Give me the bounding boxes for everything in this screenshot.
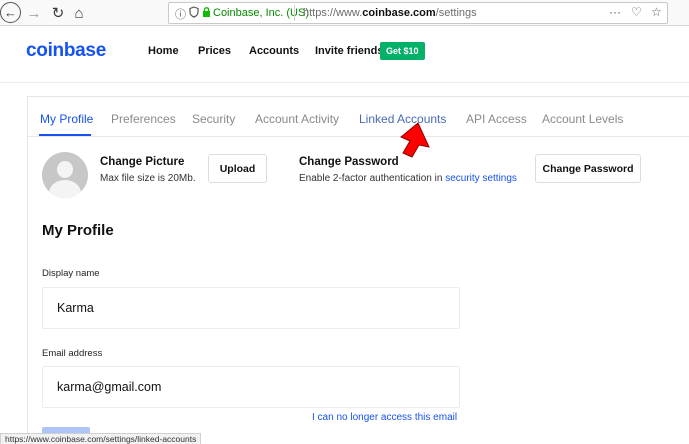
password-hint-text: Enable 2-factor authentication in: [299, 173, 443, 184]
display-name-field[interactable]: Karma: [42, 287, 460, 329]
coinbase-logo[interactable]: coinbase: [26, 40, 106, 62]
url-domain: coinbase.com: [362, 7, 436, 19]
reload-button[interactable]: ↻: [48, 3, 68, 23]
home-icon: ⌂: [74, 4, 84, 22]
back-arrow-icon: ←: [4, 5, 17, 20]
url-path: /settings: [435, 7, 477, 19]
home-button[interactable]: ⌂: [69, 3, 89, 23]
status-bar-url: https://www.coinbase.com/settings/linked…: [0, 433, 202, 444]
tab-security[interactable]: Security: [192, 112, 235, 126]
header-divider: [0, 82, 689, 83]
change-picture-title: Change Picture: [100, 156, 185, 168]
email-help-link[interactable]: I can no longer access this email: [312, 412, 457, 423]
email-label: Email address: [42, 348, 103, 359]
tab-api-access[interactable]: API Access: [466, 112, 527, 126]
section-title: My Profile: [42, 222, 114, 239]
tab-preferences[interactable]: Preferences: [111, 112, 176, 126]
forward-button[interactable]: →: [24, 3, 44, 23]
password-hint: Enable 2-factor authentication in securi…: [299, 173, 517, 184]
tab-my-profile[interactable]: My Profile: [40, 112, 93, 126]
back-button[interactable]: ←: [0, 2, 21, 23]
change-password-button[interactable]: Change Password: [535, 154, 641, 183]
avatar-head: [57, 161, 73, 178]
url-separator: [294, 5, 295, 21]
tracking-shield-icon[interactable]: [189, 6, 199, 21]
avatar: [42, 152, 88, 198]
upload-button[interactable]: Upload: [208, 154, 267, 183]
address-bar[interactable]: ⓘ Coinbase, Inc. (US) https://www.coinba…: [168, 2, 668, 24]
nav-home[interactable]: Home: [148, 45, 179, 57]
url-text[interactable]: https://www.coinbase.com/settings: [303, 7, 477, 19]
page-actions-icon[interactable]: ···: [609, 5, 621, 19]
tab-account-levels[interactable]: Account Levels: [542, 112, 623, 126]
tab-divider: [27, 136, 689, 137]
url-prefix: https://www.: [303, 7, 363, 19]
pocket-icon[interactable]: ♡: [631, 5, 642, 19]
nav-prices[interactable]: Prices: [198, 45, 231, 57]
picture-size-hint: Max file size is 20Mb.: [100, 173, 196, 184]
info-icon[interactable]: ⓘ: [175, 6, 186, 22]
display-name-label: Display name: [42, 268, 100, 279]
annotation-arrow-icon: [400, 122, 430, 158]
bookmark-star-icon[interactable]: ☆: [651, 5, 662, 19]
tab-account-activity[interactable]: Account Activity: [255, 112, 339, 126]
nav-accounts[interactable]: Accounts: [249, 45, 299, 57]
email-field[interactable]: karma@gmail.com: [42, 366, 460, 408]
security-settings-link[interactable]: security settings: [445, 173, 517, 184]
change-password-title: Change Password: [299, 156, 399, 168]
nav-invite-friends[interactable]: Invite friends: [315, 45, 383, 57]
reload-icon: ↻: [51, 5, 65, 22]
invite-reward-badge[interactable]: Get $10: [380, 42, 425, 60]
lock-icon: [202, 6, 211, 21]
browser-toolbar: ← → ↻ ⌂ ⓘ Coinbase, Inc. (US) https://ww…: [0, 0, 689, 26]
avatar-body: [49, 180, 81, 198]
forward-arrow-icon: →: [26, 4, 42, 22]
